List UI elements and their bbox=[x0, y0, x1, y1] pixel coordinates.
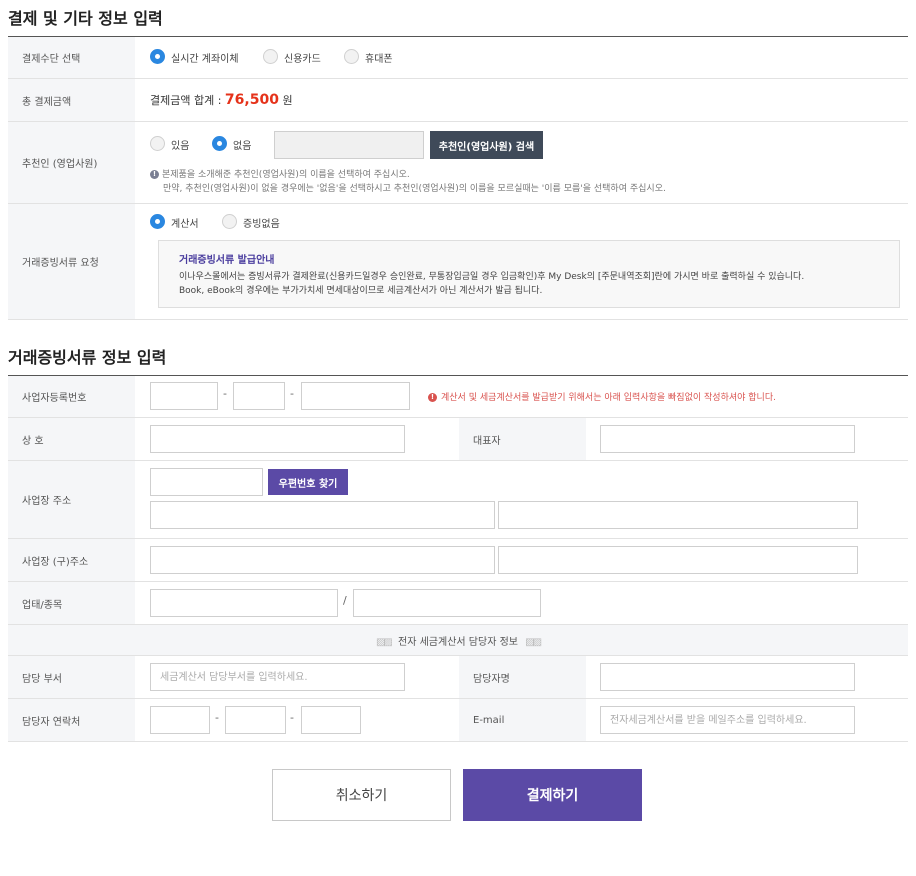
recommender-label: 추천인 (영업사원) bbox=[8, 122, 135, 203]
recommender-note-2: 만약, 추천인(영업사원)이 없을 경우에는 '없음'을 선택하시고 추천인(영… bbox=[163, 184, 666, 194]
contact-input-2[interactable] bbox=[225, 706, 286, 734]
hatch-decoration-icon: ▨▨ bbox=[525, 637, 542, 648]
manager-info-header: ▨▨ 전자 세금계산서 담당자 정보 ▨▨ bbox=[8, 625, 908, 656]
radio-label-recommender-no: 없음 bbox=[233, 141, 252, 152]
business-number-label: 사업자등록번호 bbox=[8, 376, 135, 417]
department-row: 담당 부서 담당자명 bbox=[8, 656, 908, 699]
receipt-request-label: 거래증빙서류 요청 bbox=[8, 204, 135, 319]
radio-no-receipt[interactable] bbox=[222, 214, 237, 229]
contact-label: 담당자 연락처 bbox=[8, 699, 135, 741]
old-address-input-1[interactable] bbox=[150, 546, 495, 574]
total-prefix: 결제금액 합계 : bbox=[150, 94, 222, 107]
business-number-input-3[interactable] bbox=[301, 382, 410, 410]
radio-label-credit-card: 신용카드 bbox=[284, 54, 321, 65]
business-number-dash-2: - bbox=[290, 387, 294, 400]
radio-label-mobile: 휴대폰 bbox=[365, 54, 393, 65]
total-amount-row: 총 결제금액 결제금액 합계 : 76,500 원 bbox=[8, 79, 908, 122]
receipt-guide-line-1: 이나우스몰에서는 증빙서류가 결제완료(신용카드일경우 승인완료, 무통장입금일… bbox=[179, 272, 805, 282]
total-amount-label: 총 결제금액 bbox=[8, 79, 135, 121]
receipt-request-row: 거래증빙서류 요청 계산서 증빙없음 거래증빙서류 발급안내 이나우스몰에서는 … bbox=[8, 204, 908, 320]
payment-section-title: 결제 및 기타 정보 입력 bbox=[8, 9, 163, 28]
business-number-warning-text: 계산서 및 세금계산서를 발급받기 위해서는 아래 입력사항을 빠짐없이 작성하… bbox=[441, 393, 776, 403]
total-unit: 원 bbox=[282, 94, 293, 107]
business-number-input-1[interactable] bbox=[150, 382, 218, 410]
receipt-guide-title: 거래증빙서류 발급안내 bbox=[179, 255, 275, 266]
address-row: 사업장 주소 우편번호 찾기 bbox=[8, 461, 908, 539]
contact-row: 담당자 연락처 - - E-mail bbox=[8, 699, 908, 742]
radio-recommender-yes[interactable] bbox=[150, 136, 165, 151]
business-type-row: 업태/종목 / bbox=[8, 582, 908, 625]
company-row: 상 호 대표자 bbox=[8, 418, 908, 461]
receipt-section-title: 거래증빙서류 정보 입력 bbox=[8, 348, 167, 367]
radio-recommender-no[interactable] bbox=[212, 136, 227, 151]
radio-label-bank-transfer: 실시간 계좌이체 bbox=[171, 54, 239, 65]
recommender-name-input[interactable] bbox=[274, 131, 424, 159]
business-number-dash-1: - bbox=[223, 387, 227, 400]
total-amount-value: 76,500 bbox=[224, 92, 279, 108]
recommender-search-button[interactable]: 추천인(영업사원) 검색 bbox=[430, 131, 543, 159]
company-name-input[interactable] bbox=[150, 425, 405, 453]
business-type-slash: / bbox=[343, 594, 347, 607]
ceo-name-input[interactable] bbox=[600, 425, 855, 453]
contact-dash-2: - bbox=[290, 711, 294, 724]
total-amount: 결제금액 합계 : 76,500 원 bbox=[150, 92, 293, 108]
address-input-1[interactable] bbox=[150, 501, 495, 529]
contact-dash-1: - bbox=[215, 711, 219, 724]
old-address-row: 사업장 (구)주소 bbox=[8, 539, 908, 582]
department-label: 담당 부서 bbox=[8, 656, 135, 698]
contact-input-3[interactable] bbox=[301, 706, 361, 734]
address-label: 사업장 주소 bbox=[8, 461, 135, 538]
pay-button[interactable]: 결제하기 bbox=[463, 769, 642, 821]
ceo-label: 대표자 bbox=[459, 418, 586, 460]
receipt-guide-box: 거래증빙서류 발급안내 이나우스몰에서는 증빙서류가 결제완료(신용카드일경우 … bbox=[158, 240, 900, 308]
business-type-label: 업태/종목 bbox=[8, 582, 135, 624]
contact-input-1[interactable] bbox=[150, 706, 210, 734]
radio-mobile[interactable] bbox=[344, 49, 359, 64]
radio-label-no-receipt: 증빙없음 bbox=[243, 219, 280, 230]
receipt-guide-line-2: Book, eBook의 경우에는 부가가치세 면세대상이므로 세금계산서가 아… bbox=[179, 286, 543, 296]
manager-info-header-label: 전자 세금계산서 담당자 정보 bbox=[398, 637, 518, 648]
radio-credit-card[interactable] bbox=[263, 49, 278, 64]
old-address-input-2[interactable] bbox=[498, 546, 858, 574]
radio-label-recommender-yes: 있음 bbox=[171, 141, 190, 152]
manager-info-header-text: ▨▨ 전자 세금계산서 담당자 정보 ▨▨ bbox=[8, 633, 908, 648]
company-label: 상 호 bbox=[8, 418, 135, 460]
business-type-input[interactable] bbox=[150, 589, 338, 617]
business-number-row: 사업자등록번호 - - ! 계산서 및 세금계산서를 발급받기 위해서는 아래 입… bbox=[8, 376, 908, 418]
payment-table: 결제수단 선택 실시간 계좌이체 신용카드 휴대폰 총 결제금액 결제금액 합계… bbox=[8, 36, 908, 320]
recommender-note-1-text: 본제품을 소개해준 추천인(영업사원)의 이름을 선택하여 주십시오. bbox=[162, 170, 410, 180]
business-number-input-2[interactable] bbox=[233, 382, 285, 410]
email-input[interactable] bbox=[600, 706, 855, 734]
info-icon: ! bbox=[150, 170, 159, 179]
warning-icon: ! bbox=[428, 393, 437, 402]
address-input-2[interactable] bbox=[498, 501, 858, 529]
radio-invoice[interactable] bbox=[150, 214, 165, 229]
cancel-button[interactable]: 취소하기 bbox=[272, 769, 451, 821]
zipcode-search-button[interactable]: 우편번호 찾기 bbox=[268, 469, 348, 495]
department-input[interactable] bbox=[150, 663, 405, 691]
recommender-row: 추천인 (영업사원) 있음 없음 추천인(영업사원) 검색 ! 본제품을 소개해준… bbox=[8, 122, 908, 204]
payment-method-label: 결제수단 선택 bbox=[8, 37, 135, 78]
old-address-label: 사업장 (구)주소 bbox=[8, 539, 135, 581]
manager-name-label: 담당자명 bbox=[459, 656, 586, 698]
radio-label-invoice: 계산서 bbox=[171, 219, 199, 230]
business-item-input[interactable] bbox=[353, 589, 541, 617]
business-number-warning: ! 계산서 및 세금계산서를 발급받기 위해서는 아래 입력사항을 빠짐없이 작성… bbox=[428, 390, 776, 403]
payment-method-row: 결제수단 선택 실시간 계좌이체 신용카드 휴대폰 bbox=[8, 37, 908, 79]
email-label: E-mail bbox=[459, 699, 586, 741]
recommender-note-1: ! 본제품을 소개해준 추천인(영업사원)의 이름을 선택하여 주십시오. bbox=[150, 167, 410, 180]
manager-name-input[interactable] bbox=[600, 663, 855, 691]
zipcode-input[interactable] bbox=[150, 468, 263, 496]
receipt-info-table: 사업자등록번호 - - ! 계산서 및 세금계산서를 발급받기 위해서는 아래 입… bbox=[8, 375, 908, 742]
radio-bank-transfer[interactable] bbox=[150, 49, 165, 64]
hatch-decoration-icon: ▨▨ bbox=[375, 637, 393, 648]
